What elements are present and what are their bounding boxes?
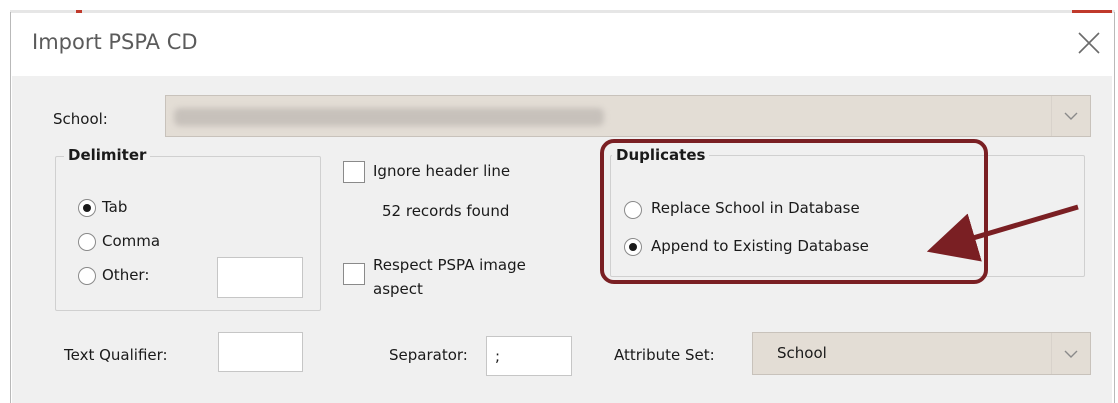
chevron-down-icon[interactable] [1051,333,1090,374]
separator-label: Separator: [389,346,468,364]
text-qualifier-input[interactable] [218,332,303,372]
attribute-set-label: Attribute Set: [614,346,715,364]
separator-input[interactable]: ; [486,336,572,376]
attribute-set-select[interactable]: School [752,332,1091,375]
attribute-set-value: School [777,344,827,362]
text-qualifier-label: Text Qualifier: [64,346,168,364]
